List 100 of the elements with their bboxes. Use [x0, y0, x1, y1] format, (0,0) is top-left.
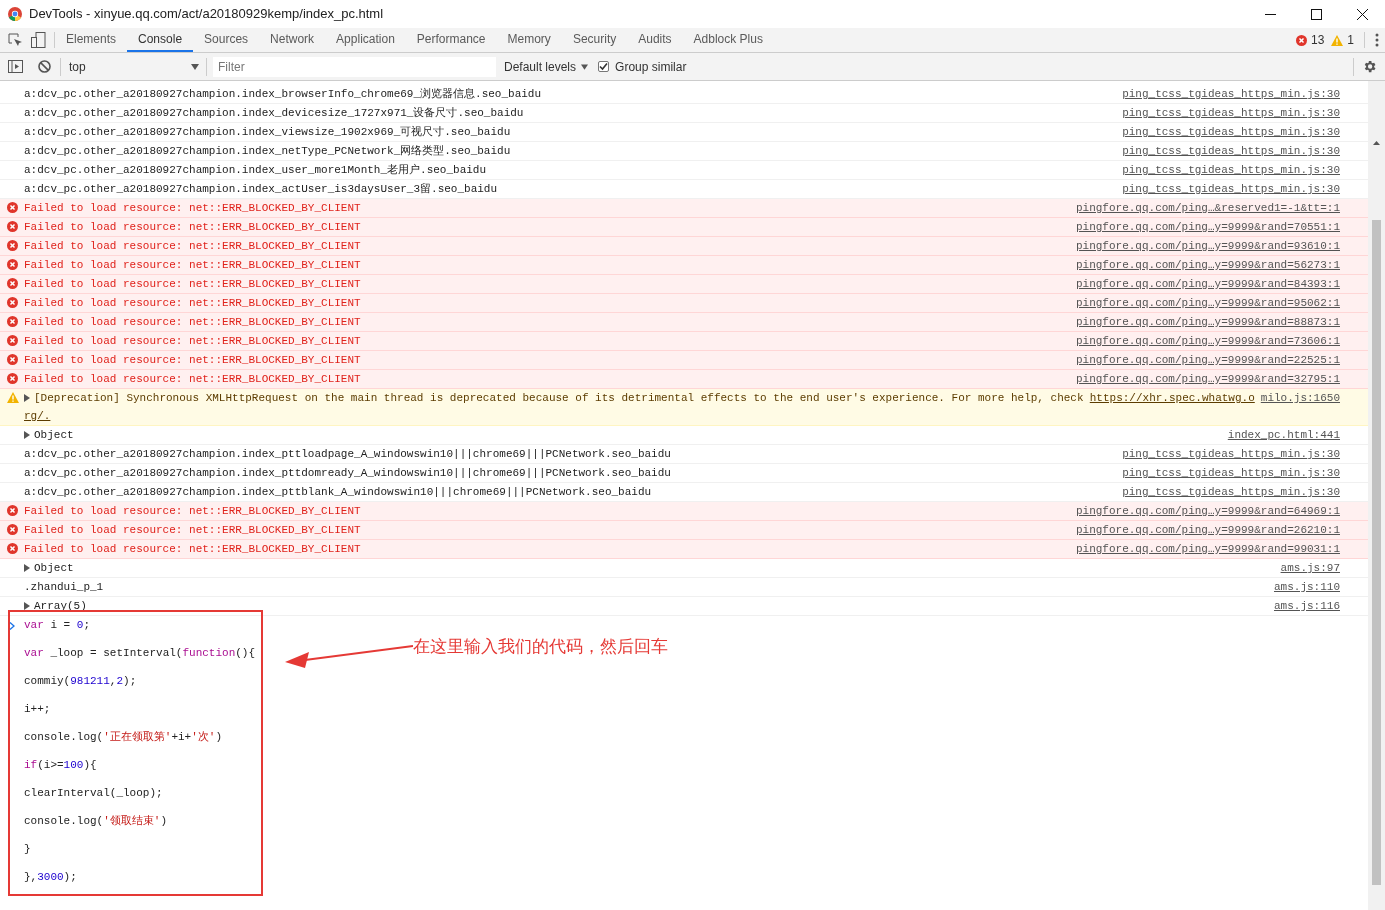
error-icon [7, 278, 18, 289]
minimize-icon [1264, 13, 1276, 15]
source-link[interactable]: pingfore.qq.com/ping…y=9999&rand=84393:1 [1075, 275, 1340, 293]
group-similar-checkbox[interactable] [598, 61, 610, 72]
scrollbar-thumb[interactable] [1372, 220, 1381, 885]
message-text: Object [34, 428, 74, 443]
source-link[interactable]: pingfore.qq.com/ping…y=9999&rand=93610:1 [1075, 237, 1340, 255]
expand-triangle-icon[interactable] [24, 602, 30, 610]
error-icon [1295, 34, 1307, 46]
error-icon [7, 202, 18, 213]
scrollbar[interactable] [1368, 81, 1385, 910]
error-icon [7, 335, 18, 346]
caret-icon [191, 63, 199, 70]
source-link[interactable]: pingfore.qq.com/ping…y=9999&rand=99031:1 [1075, 540, 1340, 558]
message-text: a:dcv_pc.other_a20180927champion.index_pttblank_A_windowswin10|||chrome69|||PCNetwork.seo_baidu [24, 485, 652, 500]
maximize-icon [1310, 8, 1322, 20]
message-text: a:dcv_pc.other_a20180927champion.index_pttloadpage_A_windowswin10|||chrome69|||PCNetwork.seo_baidu [24, 447, 671, 462]
inspect-icon[interactable] [8, 32, 23, 48]
source-link[interactable]: ams.js:97 [1280, 559, 1340, 577]
error-icon [7, 259, 18, 270]
prompt-icon [9, 622, 15, 630]
message-text: Failed to load resource: net::ERR_BLOCKED_BY_CLIENT [24, 353, 361, 368]
panel-tab[interactable]: Sources [193, 28, 260, 52]
spec-link[interactable]: https://xhr.spec.whatwg.o [1089, 389, 1255, 407]
source-link[interactable]: pingfore.qq.com/ping…y=9999&rand=70551:1 [1075, 218, 1340, 236]
message-text: Failed to load resource: net::ERR_BLOCKED_BY_CLIENT [24, 220, 361, 235]
caret-icon [581, 63, 589, 70]
error-icon [7, 297, 18, 308]
message-text: Array(5) [34, 599, 87, 614]
source-link[interactable]: index_pc.html:441 [1227, 426, 1340, 444]
code-line: var _loop = setInterval(function(){ [24, 647, 256, 659]
source-link[interactable]: ping_tcss_tgideas_https_min.js:30 [1122, 123, 1340, 141]
more-icon[interactable] [1375, 33, 1379, 47]
message-text: Failed to load resource: net::ERR_BLOCKED_BY_CLIENT [24, 523, 361, 538]
source-link[interactable]: ping_tcss_tgideas_https_min.js:30 [1122, 483, 1340, 501]
source-link[interactable]: pingfore.qq.com/ping…y=9999&rand=95062:1 [1075, 294, 1340, 312]
error-icon [7, 240, 18, 251]
message-text: a:dcv_pc.other_a20180927champion.index_browserInfo_chrome69_浏览器信息.seo_baidu [24, 87, 542, 102]
message-text: Failed to load resource: net::ERR_BLOCKED_BY_CLIENT [24, 542, 361, 557]
source-link[interactable]: pingfore.qq.com/ping…y=9999&rand=26210:1 [1075, 521, 1340, 539]
clear-console-icon[interactable] [38, 60, 51, 73]
device-icon[interactable] [31, 32, 46, 48]
code-line: clearInterval(_loop); [24, 787, 163, 799]
error-icon [7, 373, 18, 384]
message-text: Object [34, 561, 74, 576]
warning-icon [7, 392, 19, 403]
panel-tab[interactable]: Memory [496, 28, 562, 52]
source-link[interactable]: ping_tcss_tgideas_https_min.js:30 [1122, 161, 1340, 179]
message-text: [Deprecation] Synchronous XMLHttpRequest on the main thread is deprecated because of its detrimental effects to the end user's experience. For more help, check [34, 391, 1084, 406]
error-icon [7, 524, 18, 535]
panel-tab[interactable]: Audits [627, 28, 683, 52]
source-link[interactable]: pingfore.qq.com/ping…y=9999&rand=32795:1 [1075, 370, 1340, 388]
source-link[interactable]: pingfore.qq.com/ping…y=9999&rand=22525:1 [1075, 351, 1340, 369]
panel-tab[interactable]: Security [561, 28, 628, 52]
source-link[interactable]: ping_tcss_tgideas_https_min.js:30 [1122, 85, 1340, 103]
source-link[interactable]: ping_tcss_tgideas_https_min.js:30 [1122, 464, 1340, 482]
expand-triangle-icon[interactable] [24, 394, 30, 402]
close-icon [1356, 8, 1368, 20]
message-text: Failed to load resource: net::ERR_BLOCKED_BY_CLIENT [24, 258, 361, 273]
source-link[interactable]: ams.js:110 [1274, 578, 1340, 596]
source-link[interactable]: pingfore.qq.com/ping…y=9999&rand=88873:1 [1075, 313, 1340, 331]
panel-tab[interactable]: Adblock Plus [682, 28, 774, 52]
source-link[interactable]: pingfore.qq.com/ping…y=9999&rand=73606:1 [1075, 332, 1340, 350]
panel-tab[interactable]: Performance [405, 28, 497, 52]
filter-field[interactable]: Filter [213, 56, 496, 77]
sidebar-toggle-icon[interactable] [8, 60, 23, 73]
source-link[interactable]: pingfore.qq.com/ping…y=9999&rand=56273:1 [1075, 256, 1340, 274]
scroll-up-icon[interactable] [1373, 141, 1380, 145]
source-link[interactable]: ping_tcss_tgideas_https_min.js:30 [1122, 445, 1340, 463]
expand-triangle-icon[interactable] [24, 431, 30, 439]
code-line: console.log('领取结束') [24, 815, 168, 827]
warning-count: 1 [1347, 32, 1354, 49]
code-line: console.log('正在领取第'+i+'次') [24, 731, 223, 743]
panel-tab[interactable]: Elements [55, 28, 128, 52]
levels-dropdown[interactable]: Default levels [504, 57, 589, 76]
code-line: commiy(981211,2); [24, 675, 137, 687]
source-link[interactable]: pingfore.qq.com/ping…y=9999&rand=64969:1 [1075, 502, 1340, 520]
expand-triangle-icon[interactable] [24, 564, 30, 572]
source-link[interactable]: ams.js:116 [1274, 597, 1340, 615]
error-icon [7, 505, 18, 516]
code-line: i++; [24, 703, 51, 715]
message-text: Failed to load resource: net::ERR_BLOCKED_BY_CLIENT [24, 277, 361, 292]
error-icon [7, 221, 18, 232]
message-text: Failed to load resource: net::ERR_BLOCKED_BY_CLIENT [24, 315, 361, 330]
message-text: .zhandui_p_1 [24, 580, 104, 595]
spec-link-continued[interactable]: rg/. [24, 407, 51, 425]
annotation-text: 在这里输入我们的代码，然后回车 [413, 635, 668, 658]
source-link[interactable]: ping_tcss_tgideas_https_min.js:30 [1122, 142, 1340, 160]
settings-icon[interactable] [1362, 59, 1377, 74]
message-text: a:dcv_pc.other_a20180927champion.index_viewsize_1902x969_可视尺寸.seo_baidu [24, 125, 511, 140]
error-icon [7, 543, 18, 554]
panel-tab[interactable]: Network [259, 28, 326, 52]
panel-tab[interactable]: Application [325, 28, 406, 52]
source-link[interactable]: ping_tcss_tgideas_https_min.js:30 [1122, 104, 1340, 122]
source-link[interactable]: pingfore.qq.com/ping…&reserved1=-1&tt=:1 [1075, 199, 1340, 217]
source-link[interactable]: ping_tcss_tgideas_https_min.js:30 [1122, 180, 1340, 198]
context-select[interactable]: top [64, 55, 204, 78]
message-text: a:dcv_pc.other_a20180927champion.index_devicesize_1727x971_设备尺寸.seo_baidu [24, 106, 524, 121]
message-text: a:dcv_pc.other_a20180927champion.index_actUser_is3daysUser_3留.seo_baidu [24, 182, 498, 197]
source-link[interactable]: milo.js:1650 [1260, 389, 1340, 407]
